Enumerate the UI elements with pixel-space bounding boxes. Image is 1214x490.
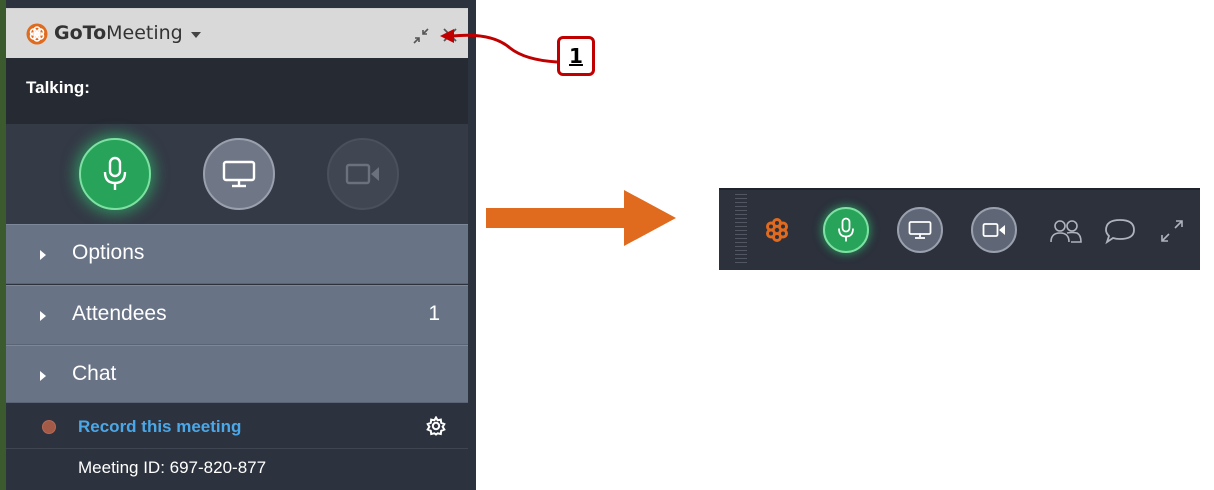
brand-rest: Meeting: [106, 22, 183, 44]
record-row: Record this meeting: [6, 403, 468, 449]
expand-arrow-icon: [40, 311, 46, 321]
callout-arrow: [440, 29, 558, 64]
record-meeting-link[interactable]: Record this meeting: [78, 417, 241, 437]
brand-bold: GoTo: [54, 22, 107, 44]
microphone-icon: [103, 156, 127, 190]
screen-share-button[interactable]: [897, 207, 943, 253]
callout-number-badge: 1: [557, 36, 595, 76]
camera-button[interactable]: [971, 207, 1017, 253]
camera-icon: [345, 163, 379, 185]
expand-arrow-icon: [40, 371, 46, 381]
microphone-button[interactable]: [79, 138, 151, 210]
meeting-id: Meeting ID: 697-820-877: [78, 458, 267, 477]
record-dot-icon: [42, 420, 56, 434]
screen-share-icon: [908, 221, 932, 239]
gotomeeting-control-panel: GoToMeeting Talking: Options Attendees 1…: [0, 0, 476, 490]
attendees-icon[interactable]: [1049, 218, 1083, 244]
callout-number: 1: [569, 44, 583, 68]
talking-label: Talking:: [26, 78, 90, 97]
camera-icon: [982, 223, 1005, 237]
drag-handle[interactable]: [735, 194, 747, 266]
tutorial-canvas: GoToMeeting Talking: Options Attendees 1…: [0, 0, 1214, 490]
gotomeeting-logo-icon[interactable]: [26, 23, 48, 45]
gear-icon[interactable]: [426, 416, 446, 436]
section-label: Options: [72, 241, 145, 264]
transition-arrow: [486, 190, 676, 246]
attendees-section-header[interactable]: Attendees 1: [6, 285, 468, 345]
panel-title-bar: GoToMeeting: [6, 8, 468, 58]
screen-share-icon: [222, 160, 256, 188]
gotomeeting-logo-icon[interactable]: [763, 216, 791, 244]
microphone-icon: [838, 217, 854, 242]
expand-icon[interactable]: [1159, 218, 1185, 244]
screen-share-button[interactable]: [203, 138, 275, 210]
microphone-button[interactable]: [823, 207, 869, 253]
section-label: Chat: [72, 362, 117, 385]
expand-arrow-icon: [40, 250, 46, 260]
app-title[interactable]: GoToMeeting: [54, 21, 183, 45]
chevron-down-icon[interactable]: [191, 32, 201, 38]
attendee-count: 1: [428, 302, 440, 325]
chat-icon[interactable]: [1103, 217, 1137, 245]
audio-video-controls: [6, 124, 468, 224]
compact-toolbar: [719, 188, 1200, 270]
chat-section-header[interactable]: Chat: [6, 345, 468, 403]
collapse-icon[interactable]: [410, 25, 432, 47]
talking-status-bar: Talking:: [6, 58, 468, 124]
options-section-header[interactable]: Options: [6, 224, 468, 284]
section-label: Attendees: [72, 302, 167, 325]
camera-button[interactable]: [327, 138, 399, 210]
